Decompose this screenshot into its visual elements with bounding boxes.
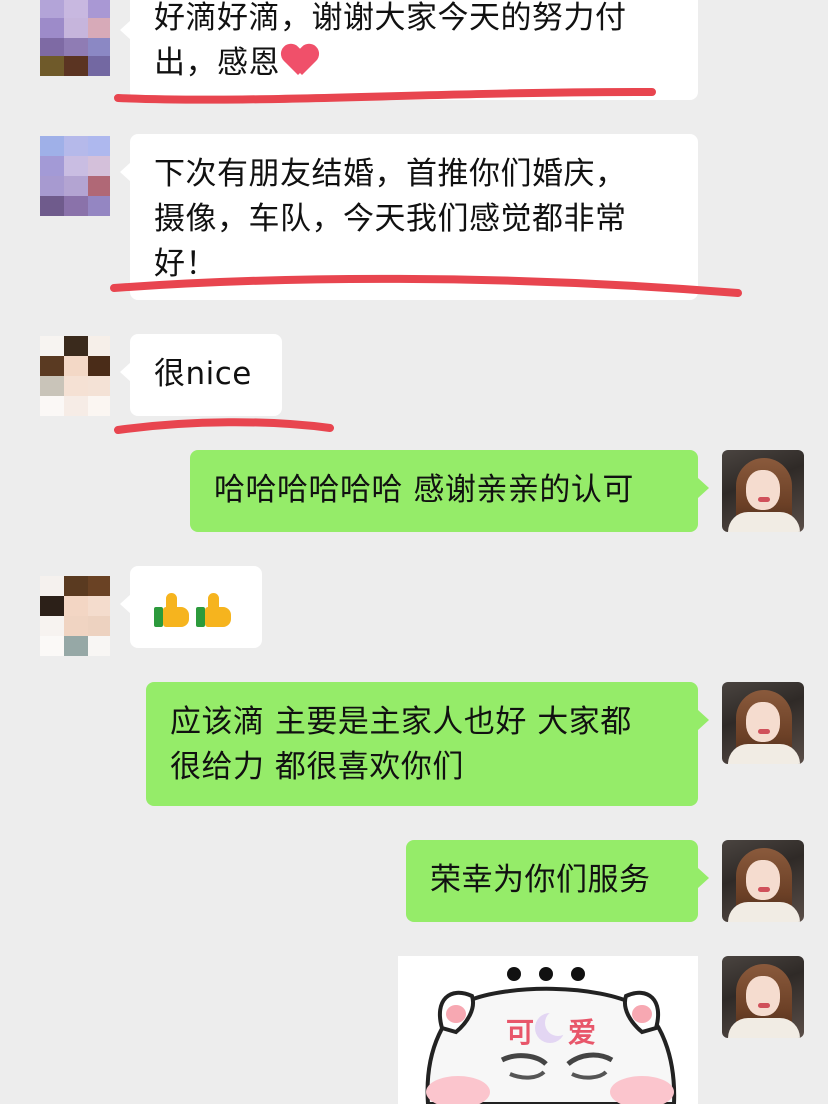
message-text: 荣幸为你们服务 — [430, 862, 651, 898]
sticker-text-left: 可 — [506, 1016, 534, 1049]
message-text: 哈哈哈哈哈哈 感谢亲亲的认可 — [214, 472, 634, 508]
thumbs-up-emoji-icon — [196, 591, 234, 629]
message-bubble-outgoing[interactable]: 应该滴 主要是主家人也好 大家都 很给力 都很喜欢你们 — [146, 682, 709, 806]
my-avatar[interactable] — [722, 450, 804, 532]
message-text-line: 摄像，车队，今天我们感觉都非常 — [154, 201, 627, 237]
contact-avatar-pixelated[interactable] — [40, 576, 110, 656]
thumbs-up-emoji-icon — [154, 591, 192, 629]
message-text-line: 好滴好滴，谢谢大家今天的努力付 — [154, 0, 627, 36]
message-bubble-incoming[interactable]: 很nice — [120, 334, 282, 416]
contact-avatar-pixelated[interactable] — [40, 336, 110, 416]
my-avatar[interactable] — [722, 840, 804, 922]
message-text-line: 很给力 都很喜欢你们 — [170, 749, 464, 785]
contact-avatar-pixelated[interactable] — [40, 0, 110, 76]
message-bubble-outgoing[interactable]: 哈哈哈哈哈哈 感谢亲亲的认可 — [190, 450, 709, 532]
message-text: 很nice — [154, 356, 252, 392]
message-bubble-incoming[interactable] — [120, 566, 262, 648]
sticker-text-right: 爱 — [568, 1016, 596, 1049]
message-text-line: 出，感恩 — [154, 41, 674, 86]
message-text-line: 好！ — [154, 246, 217, 282]
message-bubble-incoming[interactable]: 好滴好滴，谢谢大家今天的努力付 出，感恩 — [120, 0, 698, 100]
message-bubble-outgoing[interactable]: 荣幸为你们服务 — [406, 840, 709, 922]
cute-bear-sticker: 可 爱 — [425, 967, 677, 1104]
sticker-message[interactable]: 可 爱 — [398, 956, 698, 1104]
my-avatar[interactable] — [722, 682, 804, 764]
contact-avatar-pixelated[interactable] — [40, 136, 110, 216]
annotation-underline — [114, 418, 334, 434]
my-avatar[interactable] — [722, 956, 804, 1038]
message-text-line: 下次有朋友结婚，首推你们婚庆， — [154, 156, 627, 192]
message-text-line: 应该滴 主要是主家人也好 大家都 — [170, 704, 632, 740]
message-bubble-incoming[interactable]: 下次有朋友结婚，首推你们婚庆， 摄像，车队，今天我们感觉都非常 好！ — [120, 134, 698, 300]
heart-emoji-icon — [282, 43, 318, 77]
